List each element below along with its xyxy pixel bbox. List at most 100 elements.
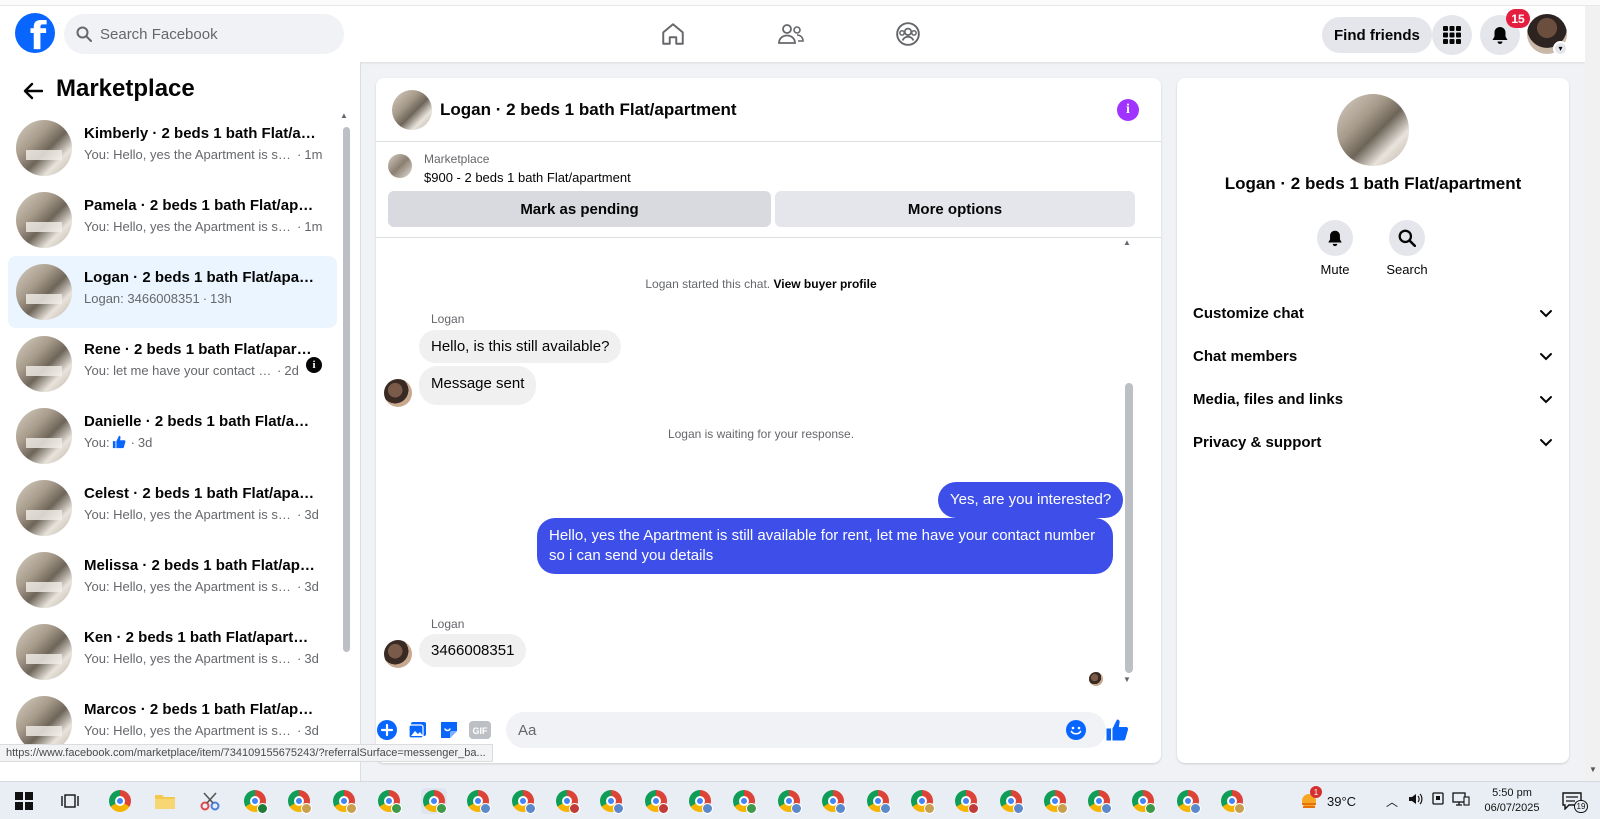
sidebar-scrollbar[interactable]	[343, 127, 350, 652]
taskbar-file-explorer[interactable]	[152, 788, 178, 814]
page-scroll-down-arrow[interactable]: ▼	[1589, 765, 1597, 774]
nav-home[interactable]	[653, 16, 693, 52]
menu-button[interactable]	[1432, 15, 1472, 55]
conversation-item[interactable]: Melissa · 2 beds 1 bath Flat/apartment Y…	[8, 544, 337, 616]
taskbar-chrome-profile[interactable]	[376, 788, 402, 814]
search-circle[interactable]	[1389, 220, 1425, 256]
taskbar-chrome-profile[interactable]	[286, 788, 312, 814]
listing-price-title[interactable]: $900 - 2 beds 1 bath Flat/apartment	[424, 170, 631, 185]
message-input[interactable]	[506, 712, 1106, 748]
scroll-down-arrow[interactable]: ▼	[1123, 675, 1131, 684]
notification-center-button[interactable]: 19	[1560, 788, 1588, 814]
network-button[interactable]	[1451, 789, 1471, 809]
taskbar-chrome-profile[interactable]	[598, 788, 624, 814]
conversation-item[interactable]: Pamela · 2 beds 1 bath Flat/apartment Yo…	[8, 184, 337, 256]
gif-button[interactable]: GIF	[469, 719, 491, 741]
chevron-up-icon[interactable]: ︿	[1386, 793, 1398, 810]
nav-groups[interactable]	[888, 16, 928, 52]
outgoing-message[interactable]: Hello, yes the Apartment is still availa…	[537, 518, 1113, 574]
incoming-message[interactable]: Hello, is this still available?	[419, 330, 622, 363]
search-box[interactable]	[64, 14, 344, 54]
taskbar-chrome-profile[interactable]	[1175, 788, 1201, 814]
scroll-up-arrow[interactable]: ▲	[340, 111, 348, 120]
conversation-snippet: Logan: 3466008351	[84, 291, 200, 306]
taskbar-chrome-profile[interactable]	[1042, 788, 1068, 814]
more-options-button[interactable]: More options	[775, 191, 1135, 227]
taskbar-chrome-profile[interactable]	[1086, 788, 1112, 814]
scroll-up-arrow[interactable]: ▲	[1123, 238, 1131, 247]
view-buyer-profile-link[interactable]: View buyer profile	[773, 277, 876, 291]
mute-circle[interactable]	[1317, 220, 1353, 256]
listing-avatar[interactable]	[1337, 94, 1409, 166]
mute-button[interactable]: Mute	[1295, 220, 1375, 277]
taskbar-chrome[interactable]	[107, 788, 133, 814]
chat-started-text: Logan started this chat.	[645, 277, 771, 291]
chat-avatar[interactable]	[392, 90, 432, 130]
sender-name: Logan	[431, 312, 465, 326]
find-friends-button[interactable]: Find friends	[1322, 17, 1432, 53]
taskbar-chrome-profile[interactable]	[331, 788, 357, 814]
taskbar-chrome-profile[interactable]	[510, 788, 536, 814]
media-files-links-section[interactable]: Media, files and links	[1193, 381, 1553, 417]
emoji-button[interactable]	[1065, 719, 1087, 741]
sender-avatar[interactable]	[384, 640, 412, 668]
taskbar-chrome-profile[interactable]	[242, 788, 268, 814]
mark-as-pending-button[interactable]: Mark as pending	[388, 191, 771, 227]
temperature[interactable]: 39°C	[1327, 794, 1356, 809]
taskbar-chrome-profile[interactable]	[909, 788, 935, 814]
taskbar-chrome-profile-active[interactable]	[421, 788, 447, 814]
listing-thumbnail[interactable]	[388, 154, 412, 178]
chat-members-section[interactable]: Chat members	[1193, 338, 1553, 374]
taskbar-chrome-profile[interactable]	[776, 788, 802, 814]
clock-date[interactable]: 06/07/2025	[1478, 802, 1546, 814]
sender-avatar[interactable]	[384, 379, 412, 407]
conversation-item[interactable]: Danielle · 2 beds 1 bath Flat/apartment …	[8, 400, 337, 472]
incoming-message[interactable]: Message sent	[419, 366, 537, 405]
taskbar-chrome-profile[interactable]	[1130, 788, 1156, 814]
taskbar-chrome-profile[interactable]	[820, 788, 846, 814]
nav-friends[interactable]	[771, 16, 811, 52]
page-scrollbar[interactable]	[1585, 6, 1600, 781]
taskbar-chrome-profile[interactable]	[687, 788, 713, 814]
conversation-item-active[interactable]: Logan · 2 beds 1 bath Flat/apartment Log…	[8, 256, 337, 328]
taskbar-snipping-tool[interactable]	[197, 788, 223, 814]
conversation-item[interactable]: Kimberly · 2 beds 1 bath Flat/apartment …	[8, 112, 337, 184]
taskbar-chrome-profile[interactable]	[865, 788, 891, 814]
conversation-item[interactable]: Ken · 2 beds 1 bath Flat/apartment You: …	[8, 616, 337, 688]
taskbar-chrome-profile[interactable]	[953, 788, 979, 814]
task-view-button[interactable]	[57, 788, 83, 814]
chevron-down-icon[interactable]: ▾	[1553, 41, 1568, 56]
start-button[interactable]	[11, 788, 37, 814]
taskbar-chrome-profile[interactable]	[731, 788, 757, 814]
taskbar-chrome-profile[interactable]	[643, 788, 669, 814]
outgoing-message[interactable]: Yes, are you interested?	[938, 482, 1124, 518]
emoji-icon	[1066, 720, 1086, 740]
taskbar-chrome-profile[interactable]	[465, 788, 491, 814]
back-button[interactable]	[18, 76, 48, 106]
search-input[interactable]	[100, 25, 320, 43]
taskbar-chrome-profile[interactable]	[998, 788, 1024, 814]
chat-title[interactable]: Logan · 2 beds 1 bath Flat/apartment	[440, 100, 737, 120]
sticker-button[interactable]	[438, 719, 460, 741]
conversation-item[interactable]: Celest · 2 beds 1 bath Flat/apartment Yo…	[8, 472, 337, 544]
taskbar-chrome-profile[interactable]	[554, 788, 580, 814]
clock-time[interactable]: 5:50 pm	[1482, 787, 1542, 799]
info-icon[interactable]: i	[306, 357, 322, 373]
conversation-time: 1m	[304, 219, 323, 234]
facebook-logo[interactable]: f	[15, 13, 55, 53]
plus-circle-icon	[377, 720, 397, 740]
customize-chat-section[interactable]: Customize chat	[1193, 295, 1553, 331]
volume-button[interactable]	[1405, 789, 1425, 809]
weather-widget[interactable]: 1	[1296, 786, 1322, 814]
info-icon[interactable]: i	[1117, 99, 1139, 121]
attach-photo-button[interactable]	[407, 719, 429, 741]
add-button[interactable]	[376, 719, 398, 741]
conversation-item[interactable]: Rene · 2 beds 1 bath Flat/apartment You:…	[8, 328, 337, 400]
chat-scrollbar[interactable]	[1125, 383, 1133, 673]
meet-now-button[interactable]	[1428, 789, 1448, 809]
search-conversation-button[interactable]: Search	[1367, 220, 1447, 277]
incoming-message[interactable]: 3466008351	[419, 634, 527, 667]
privacy-support-section[interactable]: Privacy & support	[1193, 424, 1553, 460]
taskbar-chrome-profile[interactable]	[1219, 788, 1245, 814]
like-button[interactable]	[1104, 719, 1130, 741]
